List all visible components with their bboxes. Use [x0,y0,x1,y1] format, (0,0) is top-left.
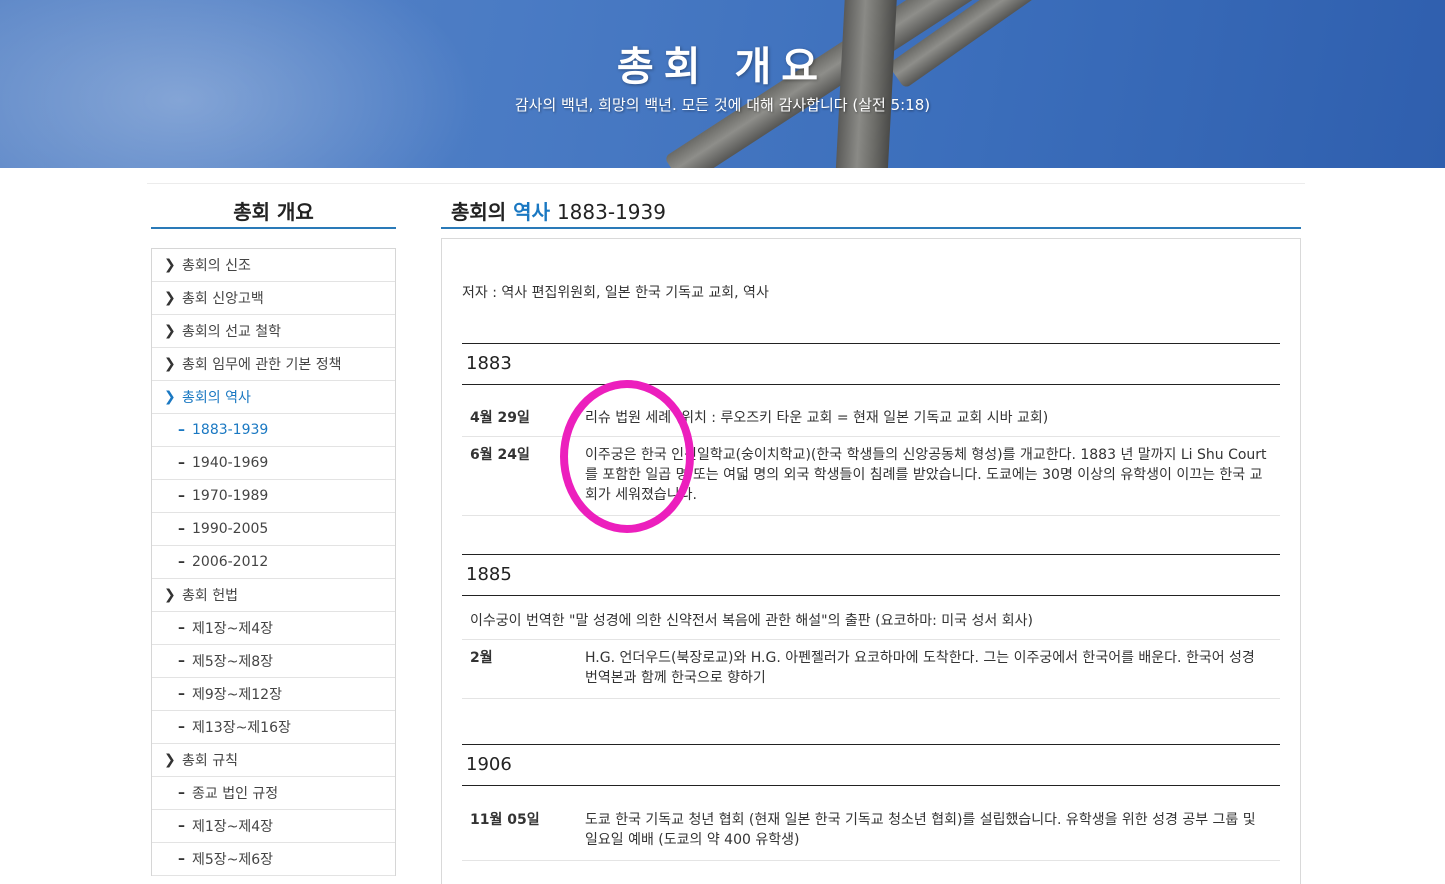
sidebar-nav: ❯ 총회의 신조 ❯ 총회 신앙고백 ❯ 총회의 선교 철학 ❯ 총회 임무에 … [151,248,396,876]
page-title: 총회의 역사 1883-1939 [451,196,666,225]
sidebar-item-label: 1970-1989 [192,488,269,504]
timeline-row: 4월 29일 리슈 법원 세례 (위치 : 루오즈키 타운 교회 = 현재 일본… [462,385,1280,437]
sidebar-item-label: 제5장~제8장 [192,654,274,670]
chevron-right-icon: ❯ [164,752,176,768]
timeline-text: H.G. 언더우드(북장로교)와 H.G. 아펜젤러가 요코하마에 도착한다. … [585,650,1255,686]
chevron-right-icon: ❯ [164,257,176,273]
history-content: 저자 : 역사 편집위원회, 일본 한국 기독교 교회, 역사 1883 4월 … [441,238,1301,884]
dash-icon: – [178,653,185,669]
timeline-date: 4월 29일 [470,410,530,426]
year-heading: 1906 [462,744,1280,786]
sidebar-subitem-chapters-13-16[interactable]: – 제13장~제16장 [152,711,395,744]
sidebar-subitem-2006-2012[interactable]: – 2006-2012 [152,546,395,579]
sidebar-item-label: 제5장~제6장 [192,852,274,868]
hero-subtitle: 감사의 백년, 희망의 백년. 모든 것에 대해 감사합니다 (살전 5:18) [514,96,931,114]
author-line: 저자 : 역사 편집위원회, 일본 한국 기독교 교회, 역사 [462,285,769,301]
chevron-right-icon: ❯ [164,587,176,603]
chevron-right-icon: ❯ [164,356,176,372]
sidebar-item-label: 제1장~제4장 [192,819,274,835]
year-section-1883: 1883 4월 29일 리슈 법원 세례 (위치 : 루오즈키 타운 교회 = … [462,343,1280,516]
sidebar-item-basic-policy[interactable]: ❯ 총회 임무에 관한 기본 정책 [152,348,395,381]
sidebar-item-label: 총회 임무에 관한 기본 정책 [182,357,342,373]
dash-icon: – [178,686,185,702]
dash-icon: – [178,620,185,636]
chevron-right-icon: ❯ [164,389,176,405]
sidebar-item-label: 총회의 역사 [182,390,251,406]
sidebar-item-label: 1940-1969 [192,455,269,471]
sidebar-subitem-1990-2005[interactable]: – 1990-2005 [152,513,395,546]
dash-icon: – [178,521,185,537]
timeline-intro: 이수궁이 번역한 "말 성경에 의한 신약전서 복음에 관한 해설"의 출판 (… [462,588,1280,640]
timeline-text: 이주궁은 한국 인신일학교(숭이치학교)(한국 학생들의 신앙공동체 형성)를 … [585,447,1267,503]
sidebar-subitem-1940-1969[interactable]: – 1940-1969 [152,447,395,480]
sidebar-item-constitution[interactable]: ❯ 총회 헌법 [152,579,395,612]
dash-icon: – [178,554,185,570]
timeline-row: 2월 H.G. 언더우드(북장로교)와 H.G. 아펜젤러가 요코하마에 도착한… [462,640,1280,699]
content-top-divider [147,183,1305,184]
dash-icon: – [178,785,185,801]
dash-icon: – [178,488,185,504]
sidebar-subitem-rules-chapters-5-6[interactable]: – 제5장~제6장 [152,843,395,876]
timeline-date: 6월 24일 [470,447,530,463]
year-section-1906: 1906 11월 05일 도쿄 한국 기독교 청년 협회 (현재 일본 한국 기… [462,744,1280,861]
page-title-highlight: 역사 [513,200,550,224]
sidebar-item-label: 총회 신앙고백 [182,291,264,307]
dash-icon: – [178,455,185,471]
sidebar-subitem-chapters-1-4[interactable]: – 제1장~제4장 [152,612,395,645]
sidebar-item-label: 총회의 신조 [182,258,251,274]
sidebar-item-label: 총회의 선교 철학 [182,324,282,340]
dash-icon: – [178,851,185,867]
sidebar-item-label: 총회 헌법 [182,588,238,604]
dash-icon: – [178,422,185,438]
sidebar-subitem-1883-1939[interactable]: – 1883-1939 [152,414,395,447]
sidebar-item-label: 1990-2005 [192,521,269,537]
sidebar-item-label: 제9장~제12장 [192,687,282,703]
timeline-text: 도쿄 한국 기독교 청년 협회 (현재 일본 한국 기독교 청소년 협회)를 설… [585,812,1256,848]
page-title-years: 1883-1939 [556,200,666,224]
dash-icon: – [178,719,185,735]
timeline-text: 리슈 법원 세례 (위치 : 루오즈키 타운 교회 = 현재 일본 기독교 교회… [585,410,1049,426]
timeline-text: 이수궁이 번역한 "말 성경에 의한 신약전서 복음에 관한 해설"의 출판 (… [470,613,1033,629]
page-title-underline [441,227,1301,229]
sidebar-item-label: 제1장~제4장 [192,621,274,637]
sidebar-item-label: 2006-2012 [192,554,269,570]
sidebar-item-label: 1883-1939 [192,422,269,438]
sidebar-subitem-chapters-9-12[interactable]: – 제9장~제12장 [152,678,395,711]
chevron-right-icon: ❯ [164,290,176,306]
sidebar-item-mission-philosophy[interactable]: ❯ 총회의 선교 철학 [152,315,395,348]
dash-icon: – [178,818,185,834]
year-heading: 1883 [462,343,1280,385]
sidebar-item-rules[interactable]: ❯ 총회 규칙 [152,744,395,777]
sidebar-subitem-religious-corporation[interactable]: – 종교 법인 규정 [152,777,395,810]
sidebar-subitem-rules-chapters-1-4[interactable]: – 제1장~제4장 [152,810,395,843]
sidebar-subitem-chapters-5-8[interactable]: – 제5장~제8장 [152,645,395,678]
sidebar-item-history[interactable]: ❯ 총회의 역사 [152,381,395,414]
sidebar-subitem-1970-1989[interactable]: – 1970-1989 [152,480,395,513]
timeline-row: 11월 05일 도쿄 한국 기독교 청년 협회 (현재 일본 한국 기독교 청소… [462,786,1280,861]
sidebar-item-label: 제13장~제16장 [192,720,291,736]
chevron-right-icon: ❯ [164,323,176,339]
sidebar-item-creed[interactable]: ❯ 총회의 신조 [152,249,395,282]
timeline-date: 2월 [470,650,493,666]
sidebar-item-label: 종교 법인 규정 [192,786,279,802]
sidebar-title: 총회 개요 [233,200,314,224]
timeline-row: 6월 24일 이주궁은 한국 인신일학교(숭이치학교)(한국 학생들의 신앙공동… [462,437,1280,516]
hero-title: 총회 개요 [616,44,829,90]
hero-banner: 총회 개요 감사의 백년, 희망의 백년. 모든 것에 대해 감사합니다 (살전… [0,0,1445,168]
year-section-1885: 1885 이수궁이 번역한 "말 성경에 의한 신약전서 복음에 관한 해설"의… [462,554,1280,699]
sidebar-title-underline [151,227,396,229]
sidebar-item-label: 총회 규칙 [182,753,238,769]
timeline-date: 11월 05일 [470,812,540,828]
sidebar-item-confession[interactable]: ❯ 총회 신앙고백 [152,282,395,315]
page-title-prefix: 총회의 [451,200,507,224]
